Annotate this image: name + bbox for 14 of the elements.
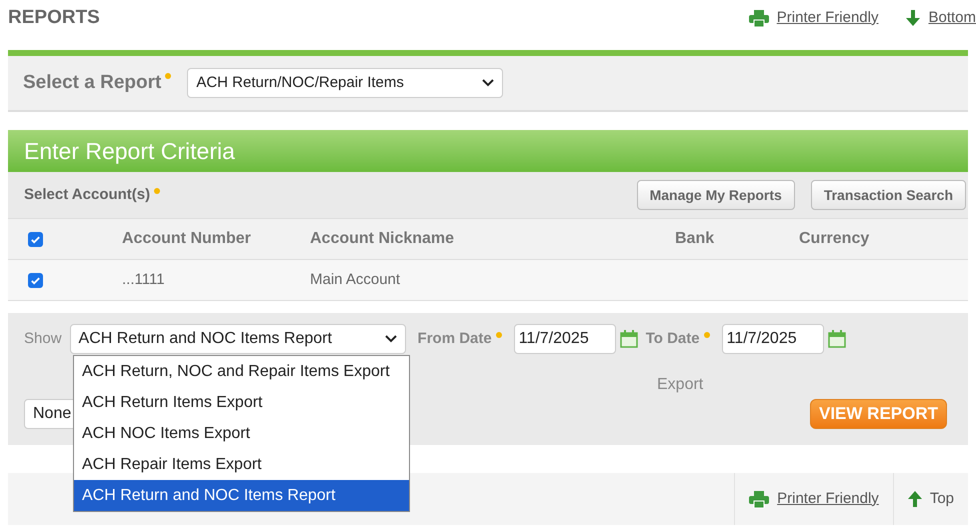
column-header: Account Number	[122, 230, 251, 247]
page-title: REPORTS	[8, 6, 100, 30]
column-header: Currency	[799, 230, 870, 247]
table-cell: Main Account	[310, 270, 400, 288]
column-header: Bank	[675, 230, 714, 247]
show-label: Show	[24, 328, 62, 349]
to-date-label: To Date	[646, 328, 710, 350]
section-title: Enter Report Criteria	[24, 136, 235, 166]
from-date-label: From Date	[418, 328, 502, 350]
export-label: Export	[657, 375, 704, 395]
select-accounts-label: Select Account(s)	[24, 184, 160, 206]
column-header: Account Nickname	[310, 230, 454, 247]
table-cell: ...1111	[122, 270, 165, 288]
select-report-label: Select a Report	[23, 68, 172, 98]
